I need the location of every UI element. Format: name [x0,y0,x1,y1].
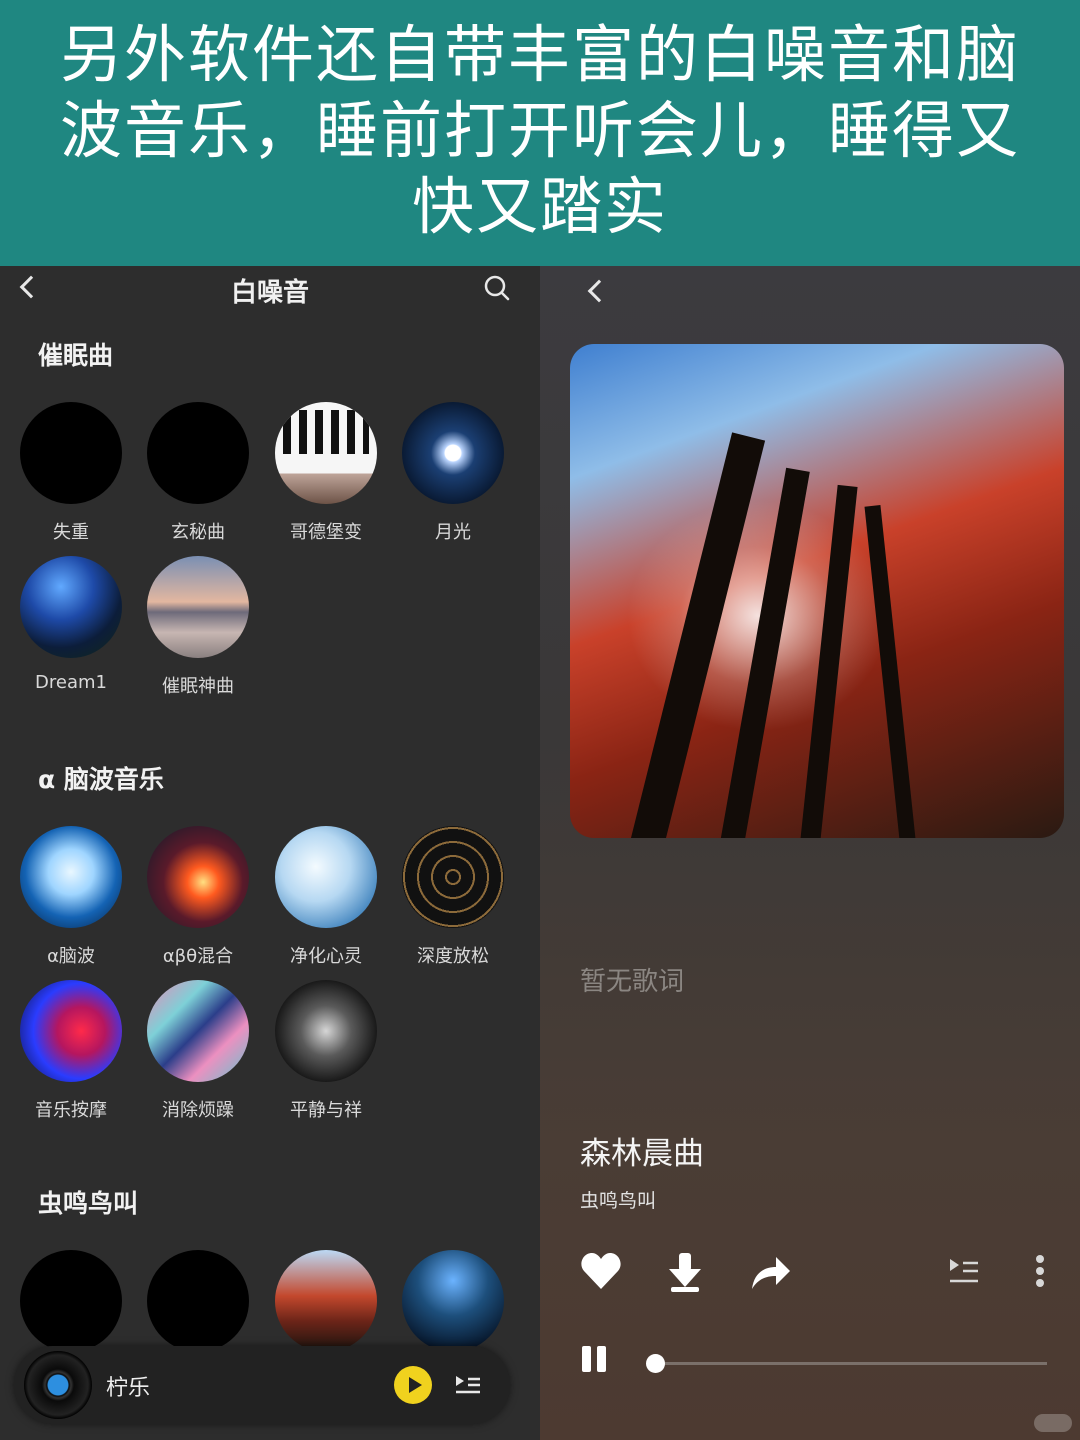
sound-thumbnail [20,980,122,1082]
sound-thumbnail [402,402,504,504]
sound-thumbnail [402,1250,504,1352]
banner-caption: 另外软件还自带丰富的白噪音和脑 波音乐，睡前打开听会儿，睡得又 快又踏实 [60,17,1020,245]
sound-label: 玄秘曲 [171,522,225,543]
sound-label: αβθ混合 [162,946,234,967]
download-icon[interactable] [665,1251,705,1293]
sound-item[interactable] [7,1250,135,1352]
sound-item[interactable]: 催眠神曲 [134,556,262,698]
sound-label: 净化心灵 [290,946,362,967]
sound-thumbnail [20,402,122,504]
sound-item[interactable] [262,1250,390,1352]
sound-item[interactable]: 哥德堡变 [262,402,390,544]
sound-label: 音乐按摩 [35,1100,107,1121]
sound-item[interactable]: αβθ混合 [134,826,262,968]
back-arrow-icon[interactable] [587,279,611,303]
pause-button[interactable] [580,1346,608,1372]
banner-line-1: 另外软件还自带丰富的白噪音和脑 [59,18,1020,91]
sound-thumbnail [147,826,249,928]
sound-thumbnail [20,556,122,658]
sound-item[interactable]: 失重 [7,402,135,544]
progress-knob[interactable] [646,1354,665,1373]
sound-label: 消除烦躁 [162,1100,234,1121]
sound-label: 失重 [53,522,89,543]
sound-item[interactable]: Dream1 [7,556,135,693]
vinyl-disc-icon [24,1351,92,1419]
sound-item[interactable]: 消除烦躁 [134,980,262,1122]
sound-label: 月光 [435,522,471,543]
share-icon[interactable] [748,1251,792,1291]
sound-item[interactable]: 深度放松 [389,826,517,968]
white-noise-screen: 白噪音 催眠曲失重 玄秘曲 哥德堡变 月光 Dream1 催眠神曲 α 脑波音乐 α脑波 αβθ… [0,266,540,1440]
now-playing-screen: 暂无歌词 森林晨曲 虫鸣鸟叫 [540,266,1080,1440]
watermark [1034,1414,1072,1432]
sound-item[interactable]: 平静与祥 [262,980,390,1122]
sound-label: 深度放松 [417,946,489,967]
playlist-icon[interactable] [454,1373,482,1397]
banner-line-2: 波音乐，睡前打开听会儿，睡得又 [59,94,1020,167]
sound-item[interactable]: 音乐按摩 [7,980,135,1122]
sound-item[interactable]: 净化心灵 [262,826,390,968]
section-title: α 脑波音乐 [38,765,164,794]
sound-thumbnail [20,1250,122,1352]
sound-label: 哥德堡变 [290,522,362,543]
sound-item[interactable]: 月光 [389,402,517,544]
sound-thumbnail [20,826,122,928]
page-title: 白噪音 [230,278,309,308]
mini-player[interactable]: 柠乐 [14,1346,510,1424]
sound-item[interactable] [389,1250,517,1352]
sound-thumbnail [275,826,377,928]
album-cover [570,344,1064,838]
search-icon[interactable] [483,274,511,302]
sound-thumbnail [275,402,377,504]
sound-item[interactable] [134,1250,262,1352]
lyrics-placeholder: 暂无歌词 [580,967,685,997]
sound-thumbnail [147,1250,249,1352]
sound-label: Dream1 [35,672,107,693]
sound-label: 平静与祥 [290,1100,362,1121]
progress-bar[interactable] [646,1354,1047,1373]
play-button[interactable] [394,1366,432,1404]
song-artist: 虫鸣鸟叫 [580,1190,657,1212]
sound-thumbnail [147,556,249,658]
song-title: 森林晨曲 [580,1136,704,1172]
section-title: 催眠曲 [38,341,114,370]
section-title: 虫鸣鸟叫 [38,1189,139,1218]
sound-label: α脑波 [47,946,95,967]
sound-thumbnail [402,826,504,928]
header-banner: 另外软件还自带丰富的白噪音和脑 波音乐，睡前打开听会儿，睡得又 快又踏实 [0,0,1080,266]
sound-thumbnail [275,1250,377,1352]
sound-item[interactable]: α脑波 [7,826,135,968]
more-options-icon[interactable] [1035,1254,1045,1288]
heart-icon[interactable] [580,1251,622,1291]
sound-label: 催眠神曲 [162,676,234,697]
playlist-icon[interactable] [948,1256,980,1286]
sound-thumbnail [147,402,249,504]
sound-thumbnail [147,980,249,1082]
sound-thumbnail [275,980,377,1082]
sound-item[interactable]: 玄秘曲 [134,402,262,544]
mini-player-title: 柠乐 [106,1376,151,1401]
top-bar: 白噪音 [0,266,540,316]
banner-line-3: 快又踏实 [411,170,668,243]
